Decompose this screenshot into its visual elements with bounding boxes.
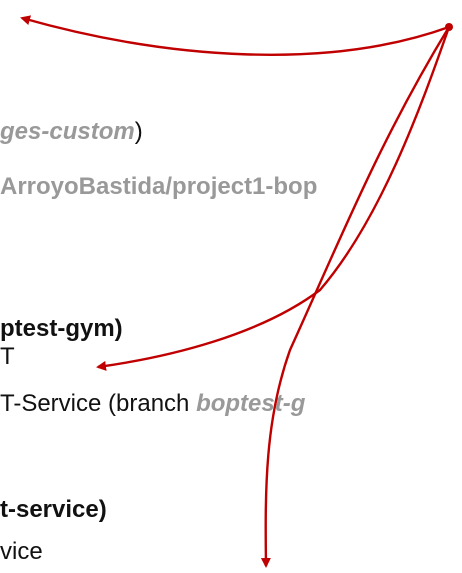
annotation-arrows [20, 15, 453, 568]
arrow-to-top-left [20, 15, 450, 56]
arrow-to-middle [96, 26, 451, 371]
arrow-to-bottom [260, 26, 451, 568]
